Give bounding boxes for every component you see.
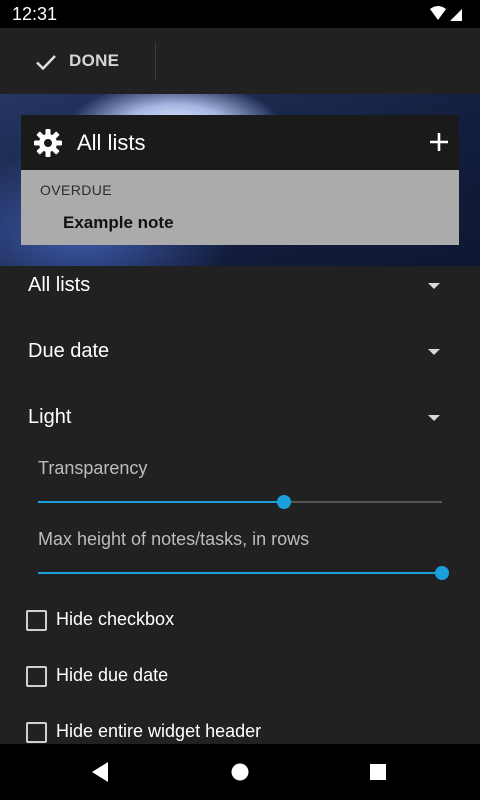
checkbox-label: Hide checkbox — [56, 609, 175, 629]
checkbox[interactable] — [26, 610, 47, 631]
status-time: 12:31 — [12, 4, 58, 24]
dropdown-arrow-icon — [428, 415, 440, 421]
widget-section-label: OVERDUE — [40, 182, 113, 198]
back-triangle-icon[interactable] — [86, 758, 114, 786]
transparency-label: Transparency — [38, 458, 148, 478]
widget-header: All lists — [21, 115, 459, 170]
widget-title: All lists — [77, 130, 146, 155]
transparency-slider[interactable] — [38, 492, 442, 512]
widget-note-title[interactable]: Example note — [63, 213, 174, 233]
theme-dropdown[interactable]: Light — [0, 392, 480, 442]
max-height-label: Max height of notes/tasks, in rows — [38, 529, 310, 549]
dropdown-arrow-icon — [428, 349, 440, 355]
sort-dropdown-value: Due date — [28, 340, 110, 362]
plus-icon[interactable] — [429, 132, 449, 152]
done-button[interactable]: DONE — [0, 28, 155, 94]
action-divider — [155, 42, 156, 80]
slider-thumb[interactable] — [435, 566, 449, 580]
slider-fill — [38, 501, 285, 503]
max-height-slider[interactable] — [38, 563, 449, 583]
checkbox[interactable] — [26, 722, 47, 743]
widget-preview: All lists OVERDUE Example note — [0, 94, 480, 266]
widget-body: OVERDUE Example note — [21, 170, 459, 245]
dropdown-arrow-icon — [428, 283, 440, 289]
checkbox-label: Hide due date — [56, 665, 169, 685]
cell-signal-icon — [450, 9, 462, 21]
slider-fill — [38, 572, 442, 574]
theme-dropdown-value: Light — [28, 406, 72, 428]
status-bar: 12:31 — [0, 0, 480, 28]
navigation-bar — [0, 744, 480, 800]
wifi-icon — [430, 6, 446, 20]
slider-thumb[interactable] — [277, 495, 292, 509]
done-label: DONE — [69, 51, 120, 70]
checkbox[interactable] — [26, 666, 47, 687]
home-circle-icon[interactable] — [226, 758, 254, 786]
hide-due-date-option[interactable]: Hide due date — [26, 662, 466, 692]
status-icons — [430, 6, 462, 21]
list-dropdown-value: All lists — [28, 274, 91, 296]
hide-checkbox-option[interactable]: Hide checkbox — [26, 606, 466, 636]
action-bar: DONE — [0, 28, 480, 94]
sort-dropdown[interactable]: Due date — [0, 326, 480, 376]
recents-square-icon[interactable] — [364, 758, 392, 786]
list-dropdown[interactable]: All lists — [0, 260, 480, 310]
gear-icon[interactable] — [33, 128, 63, 158]
check-icon — [36, 55, 56, 71]
checkbox-label: Hide entire widget header — [56, 721, 262, 741]
